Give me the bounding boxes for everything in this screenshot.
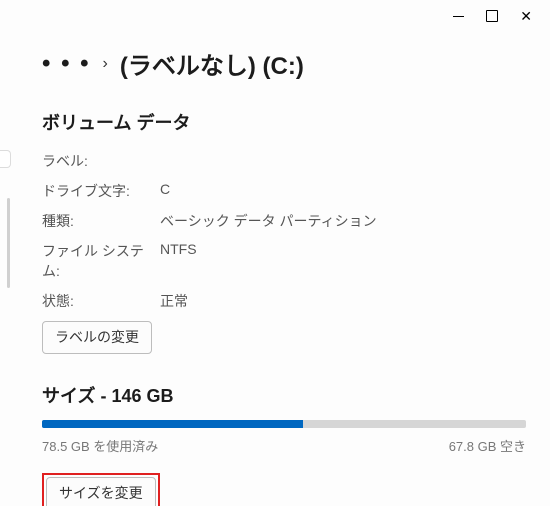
row-fs-key: ファイル システム: <box>42 241 160 281</box>
usage-bar <box>42 420 526 428</box>
row-type-value: ベーシック データ パーティション <box>160 211 377 231</box>
row-label-key: ラベル: <box>42 151 160 171</box>
row-state-value: 正常 <box>160 291 188 311</box>
change-label-button[interactable]: ラベルの変更 <box>42 321 152 354</box>
usage-bar-labels: 78.5 GB を使用済み 67.8 GB 空き <box>42 436 526 455</box>
row-type: 種類: ベーシック データ パーティション <box>42 211 526 231</box>
close-icon[interactable]: ✕ <box>520 9 532 23</box>
row-filesystem: ファイル システム: NTFS <box>42 241 526 281</box>
background-window-scroll <box>7 198 10 288</box>
maximize-icon[interactable] <box>486 10 498 22</box>
resize-button[interactable]: サイズを変更 <box>46 477 156 506</box>
free-space-text: 67.8 GB 空き <box>449 436 526 455</box>
size-heading: サイズ - 146 GB <box>42 382 526 408</box>
used-space-text: 78.5 GB を使用済み <box>42 436 158 455</box>
chevron-right-icon: › <box>103 55 108 73</box>
page-title: (ラベルなし) (C:) <box>120 46 304 81</box>
row-type-key: 種類: <box>42 211 160 231</box>
resize-button-highlight: サイズを変更 <box>42 473 160 506</box>
background-window-edge <box>0 150 11 168</box>
breadcrumb-ellipsis-icon[interactable]: • • • <box>42 50 91 78</box>
breadcrumb: • • • › (ラベルなし) (C:) <box>42 46 526 81</box>
row-state-key: 状態: <box>42 291 160 311</box>
row-label: ラベル: <box>42 151 526 171</box>
row-drive-value: C <box>160 181 170 201</box>
volume-data-heading: ボリューム データ <box>42 109 526 135</box>
usage-bar-fill <box>42 420 303 428</box>
window-titlebar: ✕ <box>0 0 550 32</box>
row-state: 状態: 正常 <box>42 291 526 311</box>
row-fs-value: NTFS <box>160 241 197 281</box>
minimize-icon[interactable] <box>453 16 464 17</box>
row-drive-key: ドライブ文字: <box>42 181 160 201</box>
row-drive-letter: ドライブ文字: C <box>42 181 526 201</box>
